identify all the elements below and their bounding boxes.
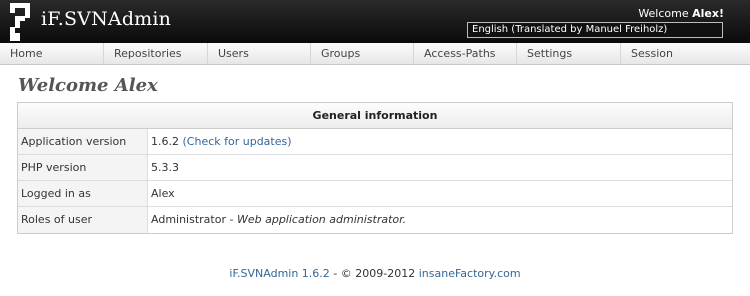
nav-groups[interactable]: Groups <box>311 43 414 64</box>
role-description: Web application administrator. <box>236 213 407 226</box>
roles-value: Administrator - Web application administ… <box>148 207 406 233</box>
table-header: General information <box>18 103 732 129</box>
nav-repositories[interactable]: Repositories <box>104 43 208 64</box>
footer-company-link[interactable]: insaneFactory.com <box>419 267 521 280</box>
general-info-table: General information Application version … <box>17 102 733 234</box>
check-updates-link[interactable]: (Check for updates) <box>183 135 292 148</box>
app-logo-text[interactable]: iF.SVNAdmin <box>41 8 171 30</box>
nav-home[interactable]: Home <box>0 43 104 64</box>
role-name: Administrator <box>151 213 226 226</box>
welcome-prefix: Welcome <box>638 7 689 20</box>
row-label: Roles of user <box>18 207 148 233</box>
table-row: Logged in as Alex <box>18 181 732 207</box>
footer: iF.SVNAdmin 1.6.2 - © 2009-2012 insaneFa… <box>0 267 750 280</box>
table-row: PHP version 5.3.3 <box>18 155 732 181</box>
language-select[interactable]: English (Translated by Manuel Freiholz) <box>467 22 723 38</box>
row-label: Application version <box>18 129 148 154</box>
nav-session[interactable]: Session <box>621 43 750 64</box>
footer-app-link[interactable]: iF.SVNAdmin 1.6.2 <box>229 267 329 280</box>
row-label: PHP version <box>18 155 148 180</box>
row-label: Logged in as <box>18 181 148 206</box>
nav-users[interactable]: Users <box>208 43 311 64</box>
nav-access-paths[interactable]: Access-Paths <box>414 43 517 64</box>
role-separator: - <box>226 213 237 226</box>
main-nav: Home Repositories Users Groups Access-Pa… <box>0 43 750 65</box>
welcome-message: Welcome Alex! <box>638 7 724 20</box>
app-version-value: 1.6.2 <box>151 135 179 148</box>
logged-in-value: Alex <box>151 187 175 200</box>
top-header: iF.SVNAdmin Welcome Alex! English (Trans… <box>0 0 750 43</box>
footer-copyright: © 2009-2012 <box>340 267 416 280</box>
table-row: Roles of user Administrator - Web applic… <box>18 207 732 233</box>
nav-settings[interactable]: Settings <box>517 43 621 64</box>
php-version-value: 5.3.3 <box>151 161 179 174</box>
table-row: Application version 1.6.2 (Check for upd… <box>18 129 732 155</box>
footer-separator: - <box>329 267 341 280</box>
logo-icon <box>10 3 30 41</box>
welcome-username: Alex! <box>692 7 724 20</box>
row-value: 1.6.2 (Check for updates) <box>148 129 292 154</box>
page-title: Welcome Alex <box>18 75 158 96</box>
